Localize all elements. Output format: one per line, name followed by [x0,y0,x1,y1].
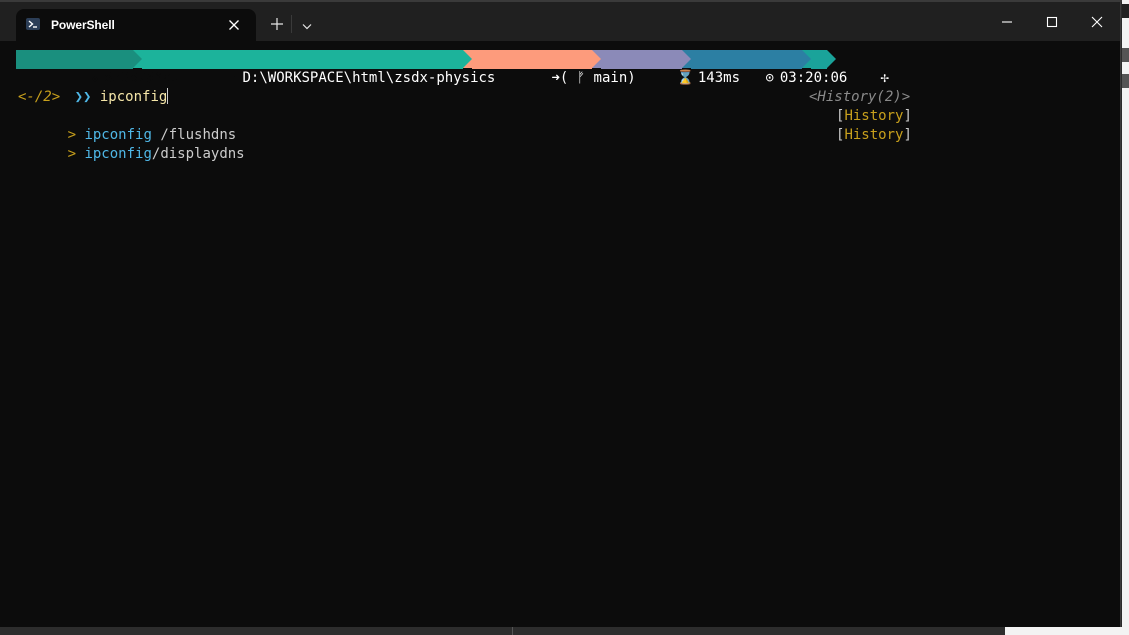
prediction-counter: <-/2> [18,89,61,105]
desktop-backdrop-bottom [0,627,1122,635]
prediction-source: [History] [836,108,912,124]
close-window-icon[interactable] [1090,14,1104,28]
segment-separator [802,50,811,68]
prediction-source-header: <History(2)> [809,89,911,105]
background-window-edge [1122,0,1129,635]
prediction-source-label: History [844,108,904,124]
segment-separator [592,50,601,68]
plus-icon[interactable] [269,16,285,32]
maximize-icon[interactable] [1045,14,1059,28]
prompt-git-segment: ➜( ᚠ main) [472,50,636,86]
path-arrow: → [228,70,237,86]
prediction-source: [History] [836,127,912,143]
prediction-marker: > [67,146,77,162]
tab-title: PowerShell [51,18,115,32]
titlebar-divider [291,15,292,33]
prompt-path: D:\WORKSPACE\html\zsdx-physics [242,70,496,86]
pin-icon: ✢ [880,70,889,86]
background-glyph [1122,48,1129,62]
segment-separator [463,50,472,68]
prediction-source-label: History [844,127,904,143]
git-arrow: ➜ [551,70,560,86]
terminal-window: PowerShell ❖ ■ → D:\WORKSPACE\html\zsdx-… [0,2,1121,627]
segment-separator [682,50,691,68]
input-line[interactable]: ❯❯ ipconfig [24,69,169,105]
tab-powershell[interactable]: PowerShell [16,9,256,41]
prompt-user-segment: ❖85387@MaJ [16,50,180,86]
folder-icon: ■ [216,72,224,85]
text-cursor [167,88,169,104]
prompt-path-segment: ■ → D:\WORKSPACE\html\zsdx-physics [142,50,495,86]
powershell-icon [26,18,40,30]
segment-separator [827,50,836,68]
prediction-item[interactable]: > ipconfig/displaydns [17,126,245,162]
prompt-time-segment: ⊙03:20:06 [691,50,847,86]
prediction-rest: /displaydns [151,146,245,162]
prediction-match: ipconfig [84,146,152,162]
background-glyph [1122,4,1129,18]
minimize-icon[interactable] [1000,14,1014,28]
clock-icon: ⊙ [765,70,774,86]
prompt-duration-segment: ⌛143ms [601,50,740,86]
prediction-item[interactable]: > ipconfig /flushdns [17,107,237,143]
segment-separator [133,50,142,68]
background-glyph [1122,74,1129,88]
chevron-down-icon[interactable] [300,18,314,30]
close-tab-icon[interactable] [227,17,241,31]
title-bar[interactable]: PowerShell [0,2,1120,41]
terminal-content[interactable]: ❖85387@MaJ ■ → D:\WORKSPACE\html\zsdx-phys… [0,41,1120,627]
prompt-end-segment: ✢ [811,50,889,86]
input-prompt-symbol: ❯❯ [74,89,92,105]
background-window-strip [1005,627,1122,635]
input-command[interactable]: ipconfig [100,89,167,105]
background-divider [512,627,513,635]
